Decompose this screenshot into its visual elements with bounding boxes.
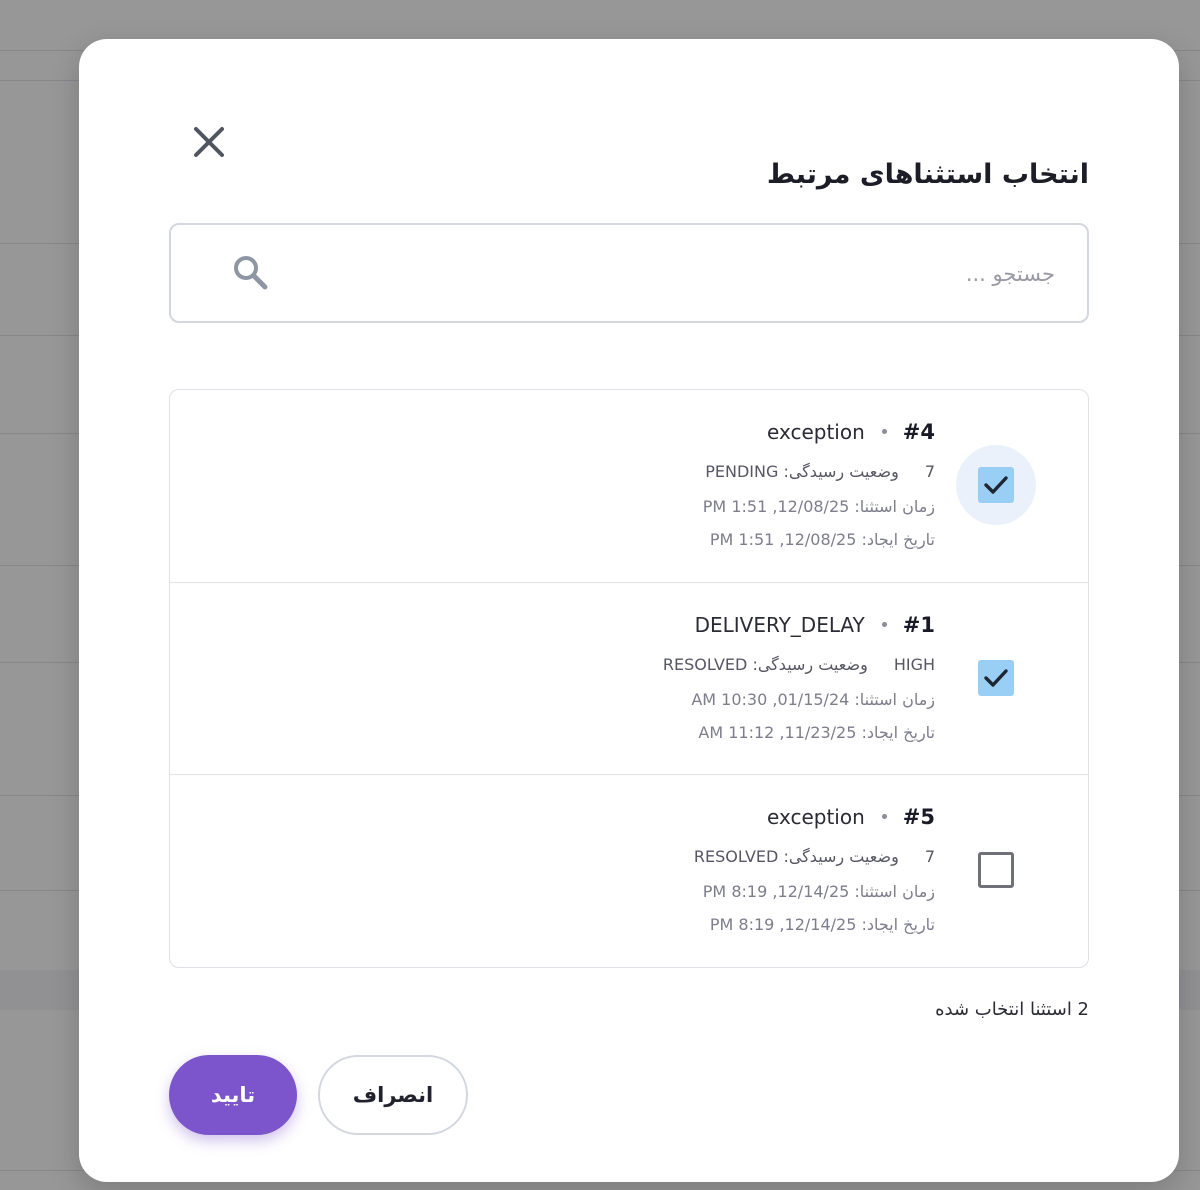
separator-dot — [881, 622, 887, 627]
exception-time: زمان استثنا: 12/08/25, 1:51 PM — [702, 497, 935, 516]
checkbox-wrapper[interactable] — [956, 830, 1036, 910]
exception-status: وضعیت رسیدگی: PENDING — [705, 462, 899, 481]
exception-status: وضعیت رسیدگی: RESOLVED — [662, 655, 868, 674]
close-icon — [194, 127, 224, 157]
exception-meta: HIGH وضعیت رسیدگی: RESOLVED — [663, 655, 935, 677]
exception-priority: 7 — [924, 462, 935, 481]
exception-row[interactable]: DELIVERY_DELAY #1 HIGH وضعیت رسیدگی: RES… — [170, 582, 1088, 774]
exception-type: DELIVERY_DELAY — [694, 613, 865, 637]
exception-created: تاریخ ایجاد: 12/14/25, 8:19 PM — [709, 915, 935, 934]
selected-count: 2 استثنا انتخاب شده — [935, 999, 1089, 1020]
exception-time: زمان استثنا: 01/15/24, 10:30 AM — [691, 690, 935, 709]
separator-dot — [881, 814, 887, 819]
check-icon — [984, 669, 1008, 687]
checkbox-focus-ring[interactable] — [956, 445, 1036, 525]
close-button[interactable] — [187, 120, 231, 164]
exception-meta: 7 وضعیت رسیدگی: RESOLVED — [694, 847, 935, 869]
exception-meta: 7 وضعیت رسیدگی: PENDING — [705, 462, 935, 484]
exception-priority: HIGH — [893, 655, 935, 674]
exception-type: exception — [767, 420, 865, 444]
exception-created: تاریخ ایجاد: 11/23/25, 11:12 AM — [698, 723, 935, 742]
exception-row[interactable]: exception #4 7 وضعیت رسیدگی: PENDING زما… — [170, 390, 1088, 582]
exception-id: #4 — [902, 420, 935, 444]
search-input[interactable] — [375, 255, 1055, 293]
exception-list: exception #4 7 وضعیت رسیدگی: PENDING زما… — [169, 389, 1089, 968]
exception-checkbox[interactable] — [978, 467, 1014, 503]
exception-header: exception #4 — [767, 420, 935, 444]
check-icon — [984, 476, 1008, 494]
exception-id: #5 — [902, 805, 935, 829]
exception-checkbox[interactable] — [978, 852, 1014, 888]
exception-id: #1 — [902, 613, 935, 637]
modal-title: انتخاب استثناهای مرتبط — [766, 159, 1089, 190]
checkbox-wrapper[interactable] — [956, 638, 1036, 718]
exception-type: exception — [767, 805, 865, 829]
exception-priority: 7 — [924, 847, 935, 866]
exception-checkbox[interactable] — [978, 660, 1014, 696]
search-icon[interactable] — [231, 253, 271, 293]
exception-status: وضعیت رسیدگی: RESOLVED — [693, 847, 899, 866]
exceptions-modal: انتخاب استثناهای مرتبط exception #4 7 وض… — [79, 39, 1179, 1182]
separator-dot — [881, 429, 887, 434]
exception-row[interactable]: exception #5 7 وضعیت رسیدگی: RESOLVED زم… — [170, 774, 1088, 966]
search-box[interactable] — [169, 223, 1089, 323]
confirm-button[interactable]: تایید — [169, 1055, 297, 1135]
exception-created: تاریخ ایجاد: 12/08/25, 1:51 PM — [709, 530, 935, 549]
cancel-button[interactable]: انصراف — [318, 1055, 468, 1135]
exception-header: exception #5 — [767, 805, 935, 829]
exception-time: زمان استثنا: 12/14/25, 8:19 PM — [702, 882, 935, 901]
exception-header: DELIVERY_DELAY #1 — [695, 613, 935, 637]
